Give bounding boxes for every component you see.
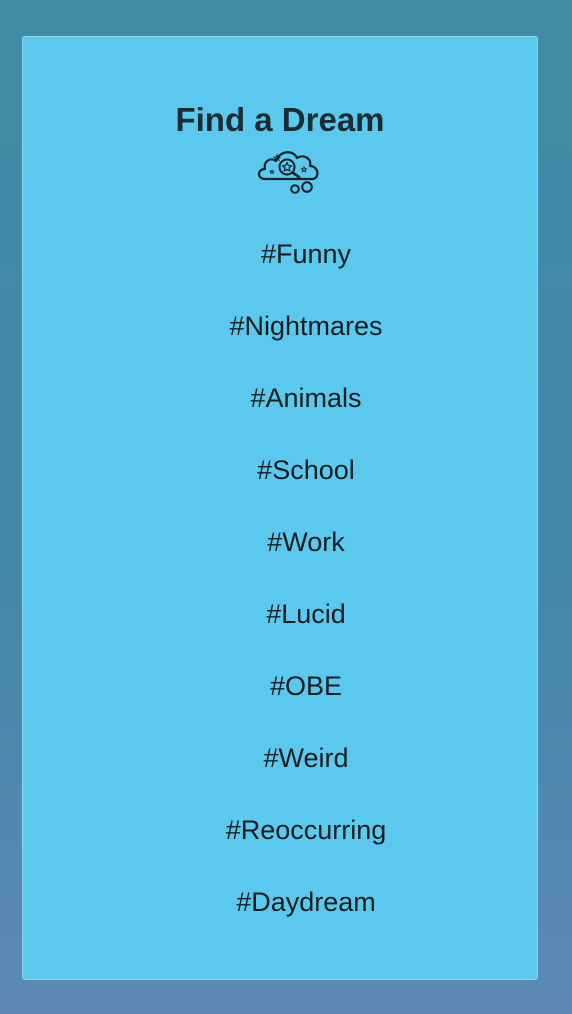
tag-link-funny[interactable]: #Funny: [23, 241, 537, 268]
tag-list: #Funny #Nightmares #Animals #School #Wor…: [23, 37, 537, 979]
tag-link-animals[interactable]: #Animals: [23, 385, 537, 412]
tag-link-daydream[interactable]: #Daydream: [23, 889, 537, 916]
tag-link-work[interactable]: #Work: [23, 529, 537, 556]
tag-link-lucid[interactable]: #Lucid: [23, 601, 537, 628]
tag-link-reoccurring[interactable]: #Reoccurring: [23, 817, 537, 844]
tag-link-nightmares[interactable]: #Nightmares: [23, 313, 537, 340]
tag-link-weird[interactable]: #Weird: [23, 745, 537, 772]
tag-link-school[interactable]: #School: [23, 457, 537, 484]
dream-categories-card: Find a Dream #Funny #Nightmares #Animals…: [22, 36, 538, 980]
tag-link-obe[interactable]: #OBE: [23, 673, 537, 700]
